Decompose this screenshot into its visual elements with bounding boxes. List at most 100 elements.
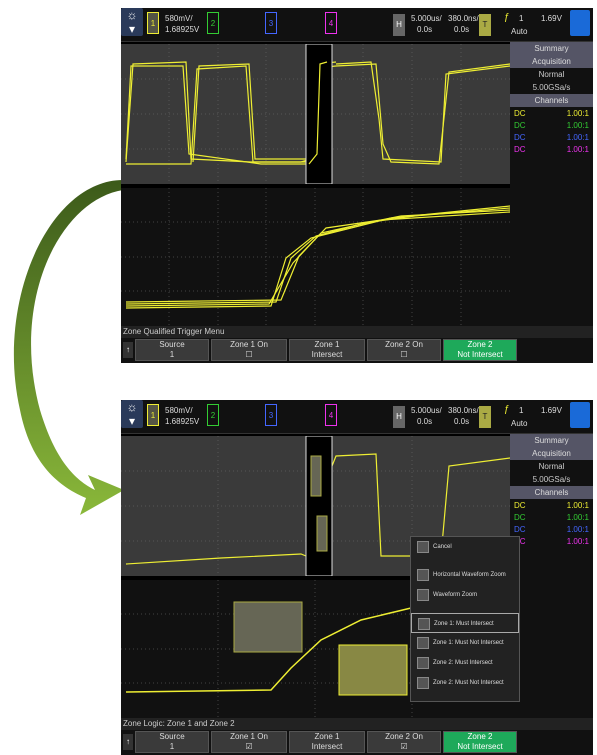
channel-2-button[interactable]: 2 xyxy=(207,404,219,426)
trigger-edge-icon: ƒ xyxy=(504,12,510,23)
overview-waveform xyxy=(121,44,510,184)
back-up-icon[interactable]: ↑ xyxy=(123,342,133,358)
softkey-zone2[interactable]: Zone 2 Not Intersect xyxy=(443,731,517,753)
zoom-icon xyxy=(417,589,429,601)
softkey-zone2-on[interactable]: Zone 2 On ☑ xyxy=(367,731,441,753)
checkbox-icon: ☐ xyxy=(400,350,408,359)
vertical-offset: 1.68925V xyxy=(165,417,200,426)
summary-tab[interactable]: Summary xyxy=(510,434,593,447)
softkey-source[interactable]: Source 1 xyxy=(135,731,209,753)
time-offset: 0.0s xyxy=(417,25,433,34)
softkey-zone1-on[interactable]: Zone 1 On ☑ xyxy=(211,731,287,753)
menu-zone1-must-not-intersect[interactable]: Zone 1: Must Not Intersect xyxy=(411,633,519,653)
channel-4-button[interactable]: 4 xyxy=(325,404,337,426)
scope-screen-top: ☼ ▾ 1 580mV/ 1.68925V 2 3 4 H 5.000us/ 0.… xyxy=(121,8,593,363)
softkey-value: 1 xyxy=(169,742,175,751)
softkey-label: Zone 1 On xyxy=(230,732,268,741)
checkbox-icon: ☐ xyxy=(245,350,253,359)
menu-zone2-must-intersect[interactable]: Zone 2: Must Intersect xyxy=(411,653,519,673)
channel-4-button[interactable]: 4 xyxy=(325,12,337,34)
softkey-label: Source xyxy=(159,340,185,349)
channel-3-button[interactable]: 3 xyxy=(265,404,277,426)
ch2-coupling: DC xyxy=(514,121,526,130)
zone-icon xyxy=(417,677,429,689)
trigger-edge-icon: ƒ xyxy=(504,404,510,415)
softkey-label: Zone 2 xyxy=(467,340,493,349)
zone-icon xyxy=(417,637,429,649)
display-icon[interactable] xyxy=(570,402,590,428)
vertical-offset: 1.68925V xyxy=(165,25,200,34)
zone-1-box xyxy=(233,601,303,653)
side-panel: Summary Acquisition Normal 5.00GSa/s Cha… xyxy=(510,42,593,332)
acquisition-heading: Acquisition xyxy=(510,447,593,460)
ch1-probe: 1.00:1 xyxy=(566,109,589,118)
ch4-probe: 1.00:1 xyxy=(566,145,589,154)
softkey-zone2-on[interactable]: Zone 2 On ☐ xyxy=(367,339,441,361)
softkey-label: Zone 1 On xyxy=(230,340,268,349)
zone-2-box xyxy=(338,644,408,696)
trigger-mode: Auto xyxy=(511,419,528,428)
softkey-zone1-on[interactable]: Zone 1 On ☐ xyxy=(211,339,287,361)
ch2-probe: 1.00:1 xyxy=(566,513,589,522)
ch2-probe: 1.00:1 xyxy=(566,121,589,130)
softkey-zone1[interactable]: Zone 1 Intersect xyxy=(289,339,365,361)
acquisition-heading: Acquisition xyxy=(510,55,593,68)
softkey-bar: ↑ Source 1 Zone 1 On ☑ Zone 1 Intersect Zon… xyxy=(121,730,593,755)
back-up-icon[interactable]: ↑ xyxy=(123,734,133,750)
trigger-button[interactable]: T xyxy=(479,14,491,36)
ch4-coupling: DC xyxy=(514,145,526,154)
softkey-value: Not Intersect xyxy=(457,742,503,751)
settings-icon[interactable]: ☼ ▾ xyxy=(121,400,143,428)
summary-tab[interactable]: Summary xyxy=(510,42,593,55)
channel-list: DC 1.00:1 DC 1.00:1 DC 1.00:1 DC 1.00:1 xyxy=(510,499,593,551)
horizontal-button[interactable]: H xyxy=(393,14,405,36)
vertical-scale: 580mV/ xyxy=(165,406,193,415)
ch3-probe: 1.00:1 xyxy=(566,525,589,534)
channel-list: DC 1.00:1 DC 1.00:1 DC 1.00:1 DC 1.00:1 xyxy=(510,107,593,159)
trigger-button[interactable]: T xyxy=(479,406,491,428)
flow-arrow xyxy=(13,180,125,515)
softkey-source[interactable]: Source 1 xyxy=(135,339,209,361)
header-bar: ☼ ▾ 1 580mV/ 1.68925V 2 3 4 H 5.000us/ 0.… xyxy=(121,400,593,434)
ch1-coupling: DC xyxy=(514,109,526,118)
horizontal-button[interactable]: H xyxy=(393,406,405,428)
trigger-source: 1 xyxy=(519,14,524,23)
menu-cancel[interactable]: Cancel xyxy=(411,537,519,557)
close-icon xyxy=(417,541,429,553)
menu-title: Zone Qualified Trigger Menu xyxy=(121,326,593,338)
menu-label: Zone 1: Must Not Intersect xyxy=(433,640,504,646)
softkey-bar: ↑ Source 1 Zone 1 On ☐ Zone 1 Intersect Zon… xyxy=(121,338,593,363)
ch3-probe: 1.00:1 xyxy=(566,133,589,142)
channel-2-button[interactable]: 2 xyxy=(207,12,219,34)
menu-label: Zone 2: Must Intersect xyxy=(433,660,493,666)
zoom-waveform xyxy=(121,188,510,326)
softkey-value: Intersect xyxy=(311,742,343,751)
menu-zone1-must-intersect[interactable]: Zone 1: Must Intersect xyxy=(411,613,519,633)
softkey-label: Zone 1 xyxy=(314,340,340,349)
ch1-coupling: DC xyxy=(514,501,526,510)
menu-zone2-must-not-intersect[interactable]: Zone 2: Must Not Intersect xyxy=(411,673,519,693)
ch2-coupling: DC xyxy=(514,513,526,522)
channel-3-button[interactable]: 3 xyxy=(265,12,277,34)
channel-1-button[interactable]: 1 xyxy=(147,12,159,34)
menu-waveform-zoom[interactable]: Waveform Zoom xyxy=(411,585,519,605)
softkey-zone1[interactable]: Zone 1 Intersect xyxy=(289,731,365,753)
display-icon[interactable] xyxy=(570,10,590,36)
softkey-zone2[interactable]: Zone 2 Not Intersect xyxy=(443,339,517,361)
softkey-label: Source xyxy=(159,732,185,741)
zoom-scale: 380.0ns/ xyxy=(448,406,479,415)
trigger-mode: Auto xyxy=(511,27,528,36)
menu-label: Horizontal Waveform Zoom xyxy=(433,572,506,578)
settings-icon[interactable]: ☼ ▾ xyxy=(121,8,143,36)
ch4-probe: 1.00:1 xyxy=(566,537,589,546)
channels-heading: Channels xyxy=(510,486,593,499)
menu-label: Waveform Zoom xyxy=(433,592,478,598)
zone-icon xyxy=(418,618,430,630)
menu-horizontal-zoom[interactable]: Horizontal Waveform Zoom xyxy=(411,565,519,585)
trigger-level: 1.69V xyxy=(541,14,562,23)
channel-1-button[interactable]: 1 xyxy=(147,404,159,426)
softkey-label: Zone 2 On xyxy=(385,732,423,741)
time-scale: 5.000us/ xyxy=(411,406,442,415)
softkey-label: Zone 2 xyxy=(467,732,493,741)
softkey-value: Not Intersect xyxy=(457,350,503,359)
